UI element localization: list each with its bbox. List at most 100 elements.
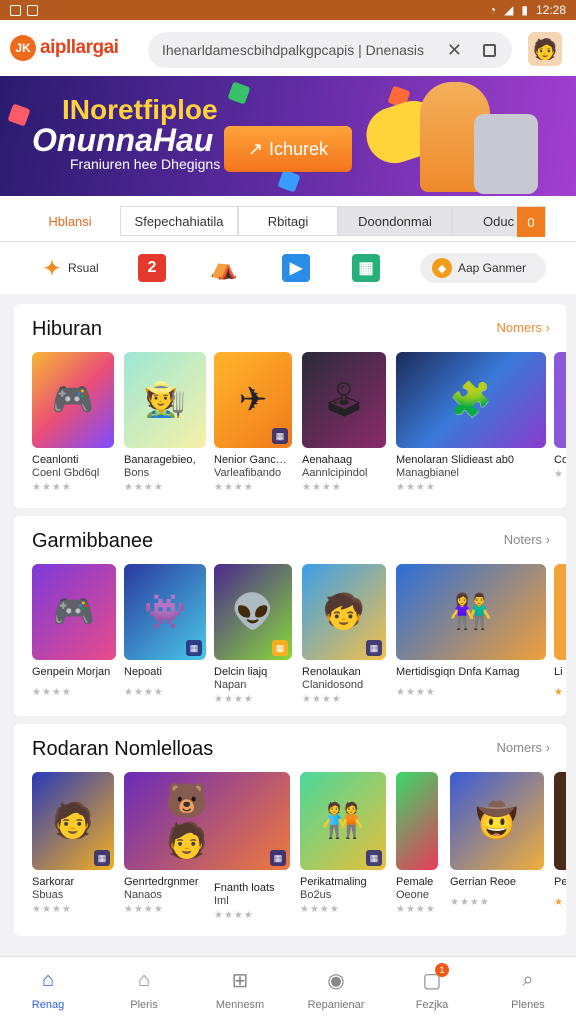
app-card[interactable]: 👽 ▦ Delcin liajq Napan ★★★★ — [214, 564, 292, 705]
app-card[interactable]: 👾 ▦ Nepoati ★★★★ — [124, 564, 206, 698]
character-icon: 🧑 — [51, 802, 95, 840]
tab-sfepechahiatila[interactable]: Sfepechahiatila — [120, 206, 238, 236]
app-card[interactable]: 🎮 Genpein Morjan ★★★★ — [32, 564, 116, 698]
search-input[interactable]: Ihenarldamescbihdpalkgpcapis | Dnenasis … — [148, 32, 512, 68]
home-icon: ⌂ — [41, 968, 55, 991]
mini-badge-icon: ▦ — [366, 640, 382, 656]
nav-repanienar[interactable]: ◉ Repanienar — [288, 967, 384, 1012]
play-icon: ▶ — [282, 254, 310, 282]
app-logo[interactable]: JK aipllargai — [10, 35, 119, 61]
nav-renag[interactable]: ⌂ Renag — [0, 967, 96, 1012]
quick-item-triangle[interactable]: ⛺ — [210, 254, 238, 282]
app-card[interactable]: Pemale Oeone ★★★★ — [396, 772, 438, 915]
tab-badge: 0 — [517, 207, 545, 237]
app-name: Pemale — [396, 876, 434, 888]
category-tabs: Hblansi Sfepechahiatila Rbitagi Doondonm… — [0, 196, 576, 242]
search-icon: ⌕ — [522, 968, 534, 991]
app-thumbnail: ✈ ▦ — [214, 352, 292, 448]
app-rating: ★ — [554, 897, 564, 908]
app-card[interactable]: 🎮 Ceanlonti Coenl Gbd6ql ★★★★ — [32, 352, 114, 493]
nav-label: Repanienar — [307, 999, 365, 1011]
app-card[interactable]: Co ★ — [554, 352, 566, 480]
quick-item-chart[interactable]: ▦ — [352, 254, 380, 282]
app-thumbnail: 👽 ▦ — [214, 564, 292, 660]
app-status-icon — [27, 4, 38, 16]
app-card[interactable]: 👫 Mertidisgiqn Dnfa Kamag ★★★★ — [396, 564, 546, 698]
character-icon: 🧑‍🤝‍🧑 — [321, 802, 365, 840]
app-card[interactable]: Li ★ — [554, 564, 566, 698]
app-card[interactable]: ✈ ▦ Nenior Gancdan Varleafibando ★★★★ — [214, 352, 292, 493]
quick-item-2[interactable]: 2 — [138, 254, 166, 282]
app-name: Ceanlonti — [32, 454, 79, 466]
nav-plenes[interactable]: ⌕ Plenes — [480, 967, 576, 1012]
app-thumbnail: 🧑‍🌾 — [124, 352, 206, 448]
logo-mark: JK — [10, 35, 36, 61]
mini-badge-icon: ▦ — [270, 850, 286, 866]
tab-label: Oduc — [483, 213, 515, 229]
app-card[interactable]: 🕹 Aenahaag Aannlcipindol ★★★★ — [302, 352, 386, 493]
app-name: Pe — [554, 876, 566, 888]
tab-rbitagi[interactable]: Rbitagi — [238, 206, 338, 236]
app-name: Nenior Gancdan — [214, 454, 292, 466]
tab-label: Sfepechahiatila — [134, 213, 224, 229]
nav-label: Fezjka — [415, 999, 449, 1011]
app-thumbnail: 🎮 — [32, 352, 114, 448]
decor-cube-icon — [7, 103, 31, 127]
tab-doondonmai[interactable]: Doondonmai — [338, 206, 452, 236]
app-name: Banaragebieo, — [124, 454, 196, 466]
app-card[interactable]: 🧑 ▦ Sarkorar Sbuas ★★★★ — [32, 772, 114, 915]
alien-icon: 👽 — [231, 593, 275, 631]
section-title: Rodaran Nomlelloas — [32, 738, 214, 760]
quick-actions: ✦ Rsual 2 ⛺ ▶ ▦ ◆ Aap Ganmer — [0, 242, 576, 294]
app-name: Li — [554, 666, 563, 678]
app-name: Fnanth loats — [214, 882, 275, 894]
nav-label: Pleris — [130, 999, 158, 1011]
app-rating: ★★★★ — [450, 897, 490, 908]
app-rating: ★★★★ — [214, 694, 254, 705]
section-more-link[interactable]: Nomers › — [497, 740, 550, 755]
mini-badge-icon: ▦ — [272, 640, 288, 656]
nav-pleris[interactable]: ⌂ Pleris — [96, 967, 192, 1012]
app-card[interactable]: 🧑‍🤝‍🧑 ▦ Perikatmaling Bo2us ★★★★ — [300, 772, 386, 915]
app-rating: ★★★★ — [214, 910, 254, 921]
chat-icon: ◉ — [327, 969, 345, 992]
grid-icon: ⊞ — [231, 969, 249, 992]
nav-mennesm[interactable]: ⊞ Mennesm — [192, 967, 288, 1012]
banner-subtitle: Franiuren hee Dhegigns — [70, 156, 221, 172]
section-more-link[interactable]: Noters › — [504, 532, 550, 547]
nav-fezjka[interactable]: ▢ 1 Fezjka — [384, 963, 480, 1011]
app-thumbnail: 🐻🧑 ▦ — [124, 772, 290, 870]
app-name: Genpein Morjan — [32, 666, 111, 678]
close-icon[interactable]: ✕ — [447, 40, 462, 61]
decor-cube-icon — [227, 81, 251, 105]
logo-text: aipllargai — [40, 37, 119, 58]
app-card-caption[interactable]: Fnanth loats Iml ★★★★ — [214, 876, 290, 921]
app-card[interactable]: 🤠 Gerrian Reoe ★★★★ — [450, 772, 544, 908]
banner-cta-button[interactable]: ↗ Ichurek — [224, 126, 352, 172]
app-name: Renolaukan — [302, 666, 361, 678]
app-name: Perikatmaling — [300, 876, 367, 888]
app-rating: ★ — [554, 687, 564, 698]
app-subtitle: Bo2us — [300, 889, 332, 901]
app-card[interactable]: 🧒 ▦ Renolaukan Clanidosond ★★★★ — [302, 564, 386, 705]
app-rating: ★★★★ — [302, 482, 342, 493]
quick-item-rsual[interactable]: ✦ Rsual — [42, 254, 99, 282]
more-label: Nomers — [496, 740, 543, 755]
section-more-link[interactable]: Nomers › — [497, 320, 550, 335]
tab-hblansi[interactable]: Hblansi — [20, 206, 120, 236]
quick-item-play[interactable]: ▶ — [282, 254, 310, 282]
app-subtitle: Clanidosond — [302, 679, 364, 691]
app-card[interactable]: Pe ★ — [554, 772, 566, 908]
app-subtitle: Napan — [214, 679, 247, 691]
promo-banner[interactable]: INoretfiploe OnunnaHau Franiuren hee Dhe… — [0, 76, 576, 196]
avatar[interactable]: 🧑 — [528, 32, 562, 66]
section-garmibbanee: Garmibbanee Noters › 🎮 Genpein Morjan ★★… — [14, 516, 566, 716]
chart-icon: ▦ — [352, 254, 380, 282]
app-games-button[interactable]: ◆ Aap Ganmer — [420, 253, 546, 283]
app-thumbnail: 🧩 — [396, 352, 546, 448]
tab-oduc[interactable]: Oduc 0 — [452, 206, 546, 237]
app-card[interactable]: 🧩 Menolaran Slidieast ab0 Managbianel ★★… — [396, 352, 546, 493]
battery-icon: ▮ — [521, 3, 528, 17]
app-card[interactable]: 🧑‍🌾 Banaragebieo, Bons ★★★★ — [124, 352, 206, 493]
tabs-icon[interactable] — [483, 43, 496, 57]
